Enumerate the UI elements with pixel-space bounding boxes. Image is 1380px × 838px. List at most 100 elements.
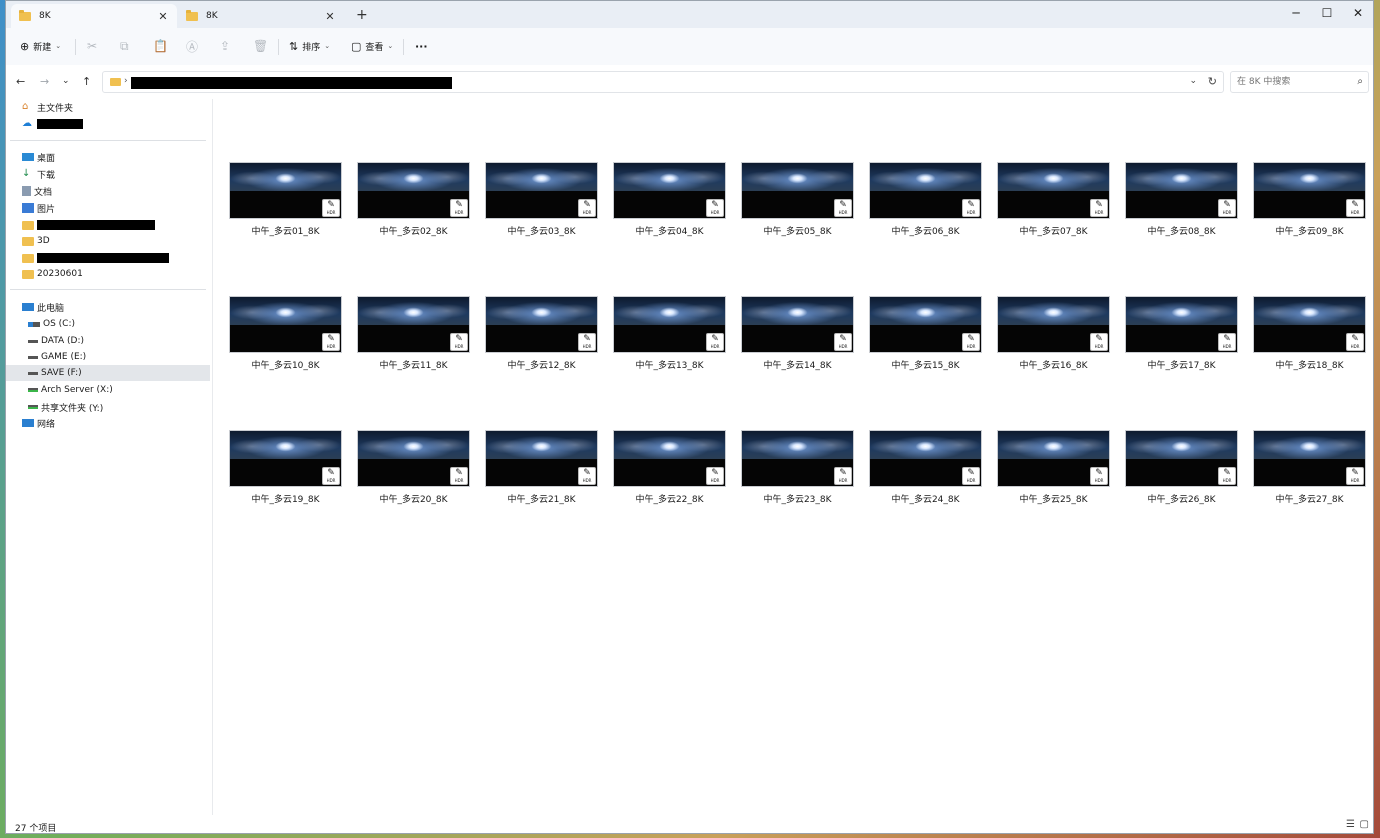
minimize-button[interactable]: ─ bbox=[1281, 4, 1311, 22]
up-button[interactable]: ↑ bbox=[82, 75, 91, 88]
file-item[interactable]: ✎ HDR 中午_多云14_8K bbox=[741, 296, 869, 430]
search-input[interactable] bbox=[1235, 76, 1349, 88]
more-button[interactable]: ··· bbox=[415, 37, 428, 55]
file-thumbnail: ✎ HDR bbox=[997, 430, 1110, 487]
new-tab-button[interactable]: + bbox=[356, 8, 368, 22]
sort-button[interactable]: ⇅ 排序 ⌄ bbox=[289, 37, 330, 55]
new-button[interactable]: ⊕ 新建 ⌄ bbox=[20, 37, 61, 55]
sidebar-item-drive-y[interactable]: 共享文件夹 (Y:) bbox=[28, 399, 232, 415]
file-item[interactable]: ✎ HDR 中午_多云17_8K bbox=[1125, 296, 1253, 430]
sidebar-item-3d[interactable]: 3D bbox=[22, 233, 226, 249]
sky-preview bbox=[230, 297, 341, 325]
sidebar-item-downloads[interactable]: ↓ 下载 📌 bbox=[22, 166, 226, 182]
back-button[interactable]: ← bbox=[16, 75, 25, 88]
hdr-badge: ✎ HDR bbox=[962, 333, 980, 351]
hdr-badge: ✎ HDR bbox=[962, 199, 980, 217]
search-box[interactable]: ⌕ bbox=[1230, 71, 1369, 93]
file-item[interactable]: ✎ HDR 中午_多云08_8K bbox=[1125, 162, 1253, 296]
file-item[interactable]: ✎ HDR 中午_多云10_8K bbox=[229, 296, 357, 430]
share-button[interactable]: ⇪ bbox=[220, 37, 230, 55]
file-item[interactable]: ✎ HDR 中午_多云27_8K bbox=[1253, 430, 1373, 564]
sidebar-item-redacted-folder-2[interactable] bbox=[22, 250, 226, 266]
paste-button[interactable]: 📋 bbox=[153, 37, 168, 55]
tab-8k-active[interactable]: 8K ✕ bbox=[11, 4, 177, 28]
file-item[interactable]: ✎ HDR 中午_多云26_8K bbox=[1125, 430, 1253, 564]
sidebar-item-onedrive[interactable]: ☁ bbox=[22, 116, 226, 132]
sidebar-item-this-pc[interactable]: 此电脑 bbox=[22, 299, 226, 315]
rename-button[interactable]: Ⓐ bbox=[186, 37, 198, 55]
sidebar-item-drive-f[interactable]: SAVE (F:) bbox=[6, 365, 210, 381]
file-item[interactable]: ✎ HDR 中午_多云20_8K bbox=[357, 430, 485, 564]
file-item[interactable]: ✎ HDR 中午_多云01_8K bbox=[229, 162, 357, 296]
file-item[interactable]: ✎ HDR 中午_多云16_8K bbox=[997, 296, 1125, 430]
file-item[interactable]: ✎ HDR 中午_多云03_8K bbox=[485, 162, 613, 296]
file-item[interactable]: ✎ HDR 中午_多云22_8K bbox=[613, 430, 741, 564]
file-item[interactable]: ✎ HDR 中午_多云23_8K bbox=[741, 430, 869, 564]
copy-button[interactable]: ⧉ bbox=[120, 37, 129, 55]
file-item[interactable]: ✎ HDR 中午_多云11_8K bbox=[357, 296, 485, 430]
maximize-button[interactable]: ☐ bbox=[1312, 4, 1342, 22]
hdr-file-icon: ✎ bbox=[1351, 200, 1359, 210]
cut-button[interactable]: ✂ bbox=[87, 37, 97, 55]
file-item[interactable]: ✎ HDR 中午_多云19_8K bbox=[229, 430, 357, 564]
close-window-button[interactable]: ✕ bbox=[1343, 4, 1373, 22]
file-item[interactable]: ✎ HDR 中午_多云09_8K bbox=[1253, 162, 1373, 296]
hdr-badge: ✎ HDR bbox=[1346, 333, 1364, 351]
arrow-left-icon: ← bbox=[16, 75, 26, 88]
sidebar-item-drive-d[interactable]: DATA (D:) bbox=[28, 333, 232, 349]
folder-icon bbox=[110, 78, 121, 86]
file-item[interactable]: ✎ HDR 中午_多云04_8K bbox=[613, 162, 741, 296]
sky-preview bbox=[1126, 163, 1237, 191]
folder-icon bbox=[22, 236, 34, 246]
navigation-pane: ⌂ 主文件夹 ☁ 桌面 📌 ↓ 下载 📌 文档 📌 图片 📌 bbox=[6, 99, 224, 815]
delete-button[interactable]: 🗑 bbox=[253, 37, 268, 55]
scissors-icon: ✂ bbox=[87, 39, 98, 53]
hdr-file-icon: ✎ bbox=[327, 200, 335, 210]
recent-locations-button[interactable]: ⌄ bbox=[62, 76, 70, 86]
refresh-icon[interactable]: ↻ bbox=[1208, 75, 1217, 88]
sidebar-item-drive-c[interactable]: OS (C:) bbox=[28, 316, 232, 332]
forward-button[interactable]: → bbox=[40, 75, 49, 88]
sidebar-item-label: 文档 bbox=[34, 187, 53, 198]
sidebar-item-20230601[interactable]: 20230601 bbox=[22, 266, 226, 282]
file-item[interactable]: ✎ HDR 中午_多云15_8K bbox=[869, 296, 997, 430]
folder-icon bbox=[19, 9, 31, 21]
file-item[interactable]: ✎ HDR 中午_多云18_8K bbox=[1253, 296, 1373, 430]
hdr-badge-label: HDR bbox=[966, 344, 976, 349]
file-item[interactable]: ✎ HDR 中午_多云07_8K bbox=[997, 162, 1125, 296]
close-tab-icon[interactable]: ✕ bbox=[324, 10, 336, 23]
file-item[interactable]: ✎ HDR 中午_多云25_8K bbox=[997, 430, 1125, 564]
close-tab-icon[interactable]: ✕ bbox=[157, 10, 169, 23]
file-item[interactable]: ✎ HDR 中午_多云21_8K bbox=[485, 430, 613, 564]
file-name: 中午_多云26_8K bbox=[1147, 495, 1216, 505]
plus-circle-icon: ⊕ bbox=[20, 39, 30, 53]
tiles-view-icon[interactable]: ▢ bbox=[1360, 819, 1369, 830]
sidebar-item-documents[interactable]: 文档 📌 bbox=[22, 183, 226, 199]
divider bbox=[10, 140, 206, 141]
file-item[interactable]: ✎ HDR 中午_多云02_8K bbox=[357, 162, 485, 296]
file-name: 中午_多云04_8K bbox=[635, 227, 704, 237]
chevron-down-icon[interactable]: ⌄ bbox=[1189, 76, 1197, 86]
tab-8k-inactive[interactable]: 8K ✕ bbox=[178, 4, 344, 28]
file-thumbnail: ✎ HDR bbox=[485, 430, 598, 487]
address-bar[interactable]: › ⌄ ↻ bbox=[102, 71, 1224, 93]
file-item[interactable]: ✎ HDR 中午_多云06_8K bbox=[869, 162, 997, 296]
sidebar-item-network[interactable]: 网络 bbox=[22, 415, 226, 431]
file-item[interactable]: ✎ HDR 中午_多云13_8K bbox=[613, 296, 741, 430]
sidebar-item-desktop[interactable]: 桌面 📌 bbox=[22, 149, 226, 165]
sidebar-item-redacted-folder-1[interactable] bbox=[22, 217, 226, 233]
file-thumbnail: ✎ HDR bbox=[869, 296, 982, 353]
sidebar-item-home[interactable]: ⌂ 主文件夹 bbox=[22, 99, 226, 115]
file-item[interactable]: ✎ HDR 中午_多云24_8K bbox=[869, 430, 997, 564]
file-item[interactable]: ✎ HDR 中午_多云12_8K bbox=[485, 296, 613, 430]
view-button[interactable]: ▢ 查看 ⌄ bbox=[351, 37, 393, 55]
command-bar: ⊕ 新建 ⌄ ✂ ⧉ 📋 Ⓐ ⇪ 🗑 ⇅ 排序 ⌄ ▢ 查看 ⌄ ··· bbox=[6, 28, 1373, 66]
file-item[interactable]: ✎ HDR 中午_多云05_8K bbox=[741, 162, 869, 296]
hdr-file-icon: ✎ bbox=[455, 334, 463, 344]
sidebar-item-drive-e[interactable]: GAME (E:) bbox=[28, 349, 232, 365]
sidebar-item-pictures[interactable]: 图片 📌 bbox=[22, 200, 226, 216]
sidebar-item-drive-x[interactable]: Arch Server (X:) bbox=[28, 382, 232, 398]
sidebar-item-label: Arch Server (X:) bbox=[41, 385, 113, 395]
file-name: 中午_多云01_8K bbox=[251, 227, 320, 237]
details-view-icon[interactable]: ☰ bbox=[1346, 819, 1355, 830]
